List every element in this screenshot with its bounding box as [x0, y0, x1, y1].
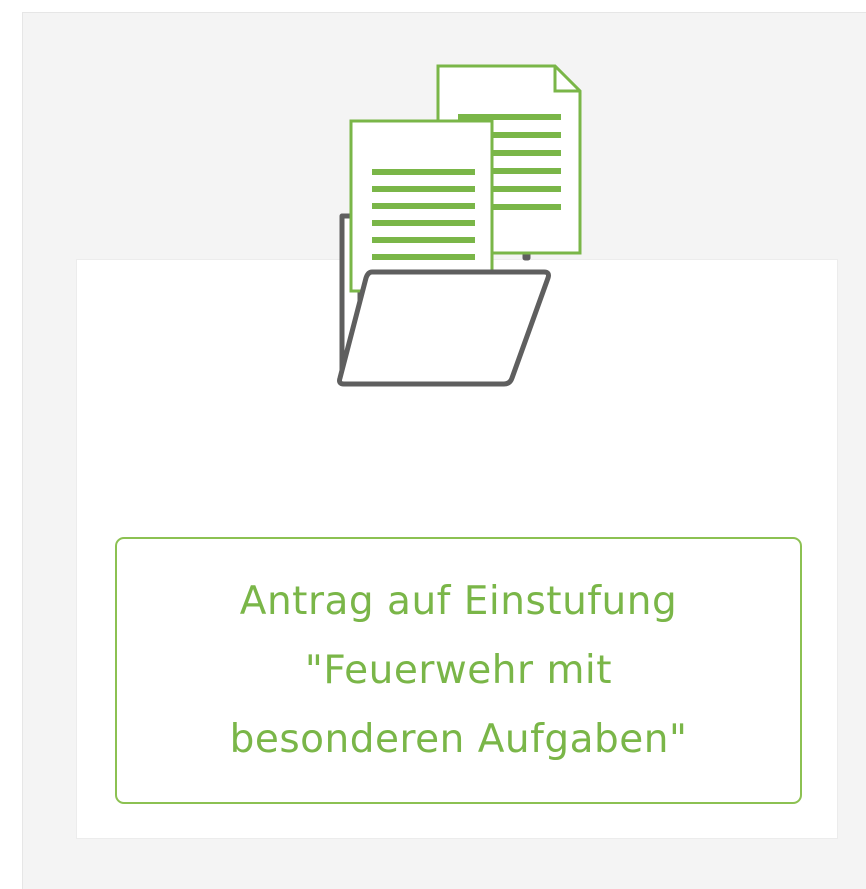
page: Antrag auf Einstufung "Feuerwehr mit bes…: [0, 0, 866, 889]
folder-with-documents-icon: [320, 58, 600, 398]
application-request-label: Antrag auf Einstufung "Feuerwehr mit bes…: [229, 579, 688, 762]
folder-front-shape: [337, 269, 551, 387]
front-document-shape: [349, 119, 494, 293]
application-request-button[interactable]: Antrag auf Einstufung "Feuerwehr mit bes…: [115, 537, 802, 804]
